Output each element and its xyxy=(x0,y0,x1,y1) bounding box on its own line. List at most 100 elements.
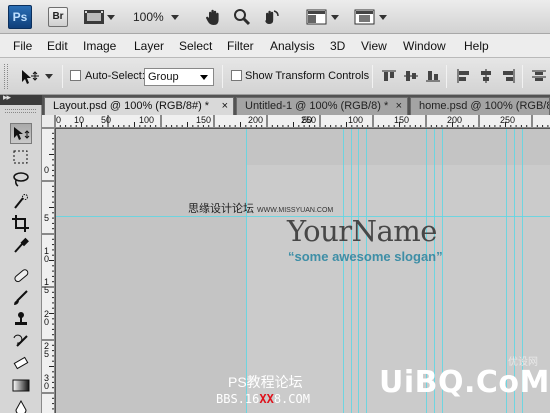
align-bottom-edges-icon[interactable] xyxy=(425,69,441,83)
close-icon[interactable]: × xyxy=(222,98,228,115)
eraser-tool[interactable] xyxy=(10,353,32,374)
horizontal-ruler[interactable]: 0 10 50 100 150 200 250 0 50 100 150 200… xyxy=(55,115,550,128)
marquee-tool[interactable] xyxy=(10,147,32,168)
align-left-edges-icon[interactable] xyxy=(456,69,472,83)
menu-help[interactable]: Help xyxy=(464,39,489,53)
quick-selection-icon xyxy=(14,194,28,209)
menu-file[interactable]: File xyxy=(13,39,32,53)
menu-layer[interactable]: Layer xyxy=(134,39,164,53)
menu-image[interactable]: Image xyxy=(83,39,116,53)
photoshop-logo[interactable]: Ps xyxy=(8,5,32,29)
watermark-ps-forum: PS教程论坛 xyxy=(228,374,303,390)
hand-tool-icon[interactable] xyxy=(205,8,223,26)
watermark-bbs-url: BBS.16XX8.COM xyxy=(216,392,310,406)
align-vertical-centers-icon[interactable] xyxy=(403,69,419,83)
watermark-bbs-part: 8.COM xyxy=(273,392,310,406)
ruler-label: 150 xyxy=(196,115,212,125)
vertical-guide[interactable] xyxy=(351,129,352,413)
chevron-down-icon[interactable] xyxy=(379,15,387,20)
tab-layout-psd[interactable]: Layout.psd @ 100% (RGB/8#) * × xyxy=(44,97,234,115)
brand-name-text-layer[interactable]: YourName xyxy=(287,214,437,248)
separator xyxy=(372,65,373,88)
ruler-label: 2 0 xyxy=(44,309,50,327)
show-transform-checkbox[interactable] xyxy=(231,70,242,81)
distribute-top-edges-icon[interactable] xyxy=(531,69,547,83)
gradient-tool[interactable] xyxy=(10,375,32,396)
ruler-label: 150 xyxy=(394,115,410,125)
rotate-view-icon[interactable] xyxy=(262,8,280,26)
document-tab-strip: Layout.psd @ 100% (RGB/8#) * × Untitled-… xyxy=(42,95,550,115)
menu-view[interactable]: View xyxy=(361,39,387,53)
align-top-edges-icon[interactable] xyxy=(381,69,397,83)
eraser-icon xyxy=(13,356,29,370)
vertical-guide[interactable] xyxy=(246,129,247,413)
auto-select-dropdown[interactable]: Group xyxy=(144,68,214,86)
ruler-label: 5 xyxy=(44,213,50,223)
arrange-documents-icon[interactable] xyxy=(306,8,328,26)
vertical-guide[interactable] xyxy=(366,129,367,413)
history-brush-tool[interactable] xyxy=(10,331,32,352)
separator xyxy=(446,65,447,88)
drop-icon xyxy=(15,399,27,413)
chevron-down-icon[interactable] xyxy=(171,15,179,20)
ruler-label: 100 xyxy=(348,115,364,125)
move-tool-preset-icon[interactable] xyxy=(20,68,40,86)
quick-selection-tool[interactable] xyxy=(10,191,32,212)
screen-mode-icon[interactable] xyxy=(354,8,376,26)
align-right-edges-icon[interactable] xyxy=(500,69,516,83)
crop-tool[interactable] xyxy=(10,213,32,234)
align-horizontal-centers-icon[interactable] xyxy=(478,69,494,83)
auto-select-checkbox[interactable] xyxy=(70,70,81,81)
application-bar: Ps Br 100% xyxy=(0,0,550,34)
tools-panel-grip[interactable] xyxy=(5,109,36,113)
menu-filter[interactable]: Filter xyxy=(227,39,254,53)
tab-label: Untitled-1 @ 100% (RGB/8) * xyxy=(245,100,389,112)
rectangular-marquee-icon xyxy=(13,150,28,164)
healing-brush-tool[interactable] xyxy=(10,265,32,286)
eyedropper-tool[interactable] xyxy=(10,235,32,256)
chevron-down-icon[interactable] xyxy=(45,74,53,79)
menu-3d[interactable]: 3D xyxy=(330,39,345,53)
close-icon[interactable]: × xyxy=(396,98,402,115)
blur-tool[interactable] xyxy=(10,397,32,413)
stamp-icon xyxy=(15,312,27,325)
ruler-label: 100 xyxy=(139,115,155,125)
vertical-guide[interactable] xyxy=(343,129,344,413)
vertical-ruler[interactable]: 0 5 1 0 1 5 2 0 2 5 3 0 3 5 4 0 xyxy=(42,128,55,413)
watermark-bbs-part: BBS.16 xyxy=(216,392,260,406)
tools-panel: ▸▸ xyxy=(0,92,42,413)
watermark-missyuan-text: 思缘设计论坛 xyxy=(188,203,254,215)
menu-select[interactable]: Select xyxy=(179,39,212,53)
bridge-launch-button[interactable]: Br xyxy=(48,7,68,27)
lasso-icon xyxy=(13,172,29,187)
ruler-origin[interactable] xyxy=(42,115,55,128)
collapse-panel-icon[interactable]: ▸▸ xyxy=(3,92,11,103)
options-bar-grip[interactable] xyxy=(4,64,8,89)
auto-select-value: Group xyxy=(148,71,179,83)
film-strip-icon[interactable] xyxy=(83,8,105,26)
zoom-tool-icon[interactable] xyxy=(233,8,251,26)
document-canvas[interactable]: 思缘设计论坛 WWW.MISSYUAN.COM YourName “some aw… xyxy=(56,129,550,413)
tab-untitled-1[interactable]: Untitled-1 @ 100% (RGB/8) * × xyxy=(236,97,408,115)
vertical-guide[interactable] xyxy=(358,129,359,413)
slogan-text-layer[interactable]: “some awesome slogan” xyxy=(288,249,443,264)
clone-stamp-tool[interactable] xyxy=(10,309,32,330)
watermark-bbs-highlight: XX xyxy=(259,392,274,406)
ruler-label: 0 xyxy=(56,115,62,125)
chevron-down-icon[interactable] xyxy=(331,15,339,20)
lasso-tool[interactable] xyxy=(10,169,32,190)
chevron-down-icon[interactable] xyxy=(107,15,115,20)
menu-analysis[interactable]: Analysis xyxy=(270,39,315,53)
brush-icon xyxy=(14,290,28,305)
watermark-missyuan-url: WWW.MISSYUAN.COM xyxy=(257,207,334,214)
menu-window[interactable]: Window xyxy=(403,39,446,53)
tab-home-psd[interactable]: home.psd @ 100% (RGB/8) xyxy=(410,97,550,115)
tools-panel-header[interactable]: ▸▸ xyxy=(0,92,42,105)
ruler-label: 250 xyxy=(500,115,516,125)
separator xyxy=(522,65,523,88)
brush-tool[interactable] xyxy=(10,287,32,308)
move-tool[interactable] xyxy=(10,123,32,144)
menu-edit[interactable]: Edit xyxy=(47,39,68,53)
ruler-label: 50 xyxy=(101,115,112,125)
zoom-level[interactable]: 100% xyxy=(133,10,164,24)
